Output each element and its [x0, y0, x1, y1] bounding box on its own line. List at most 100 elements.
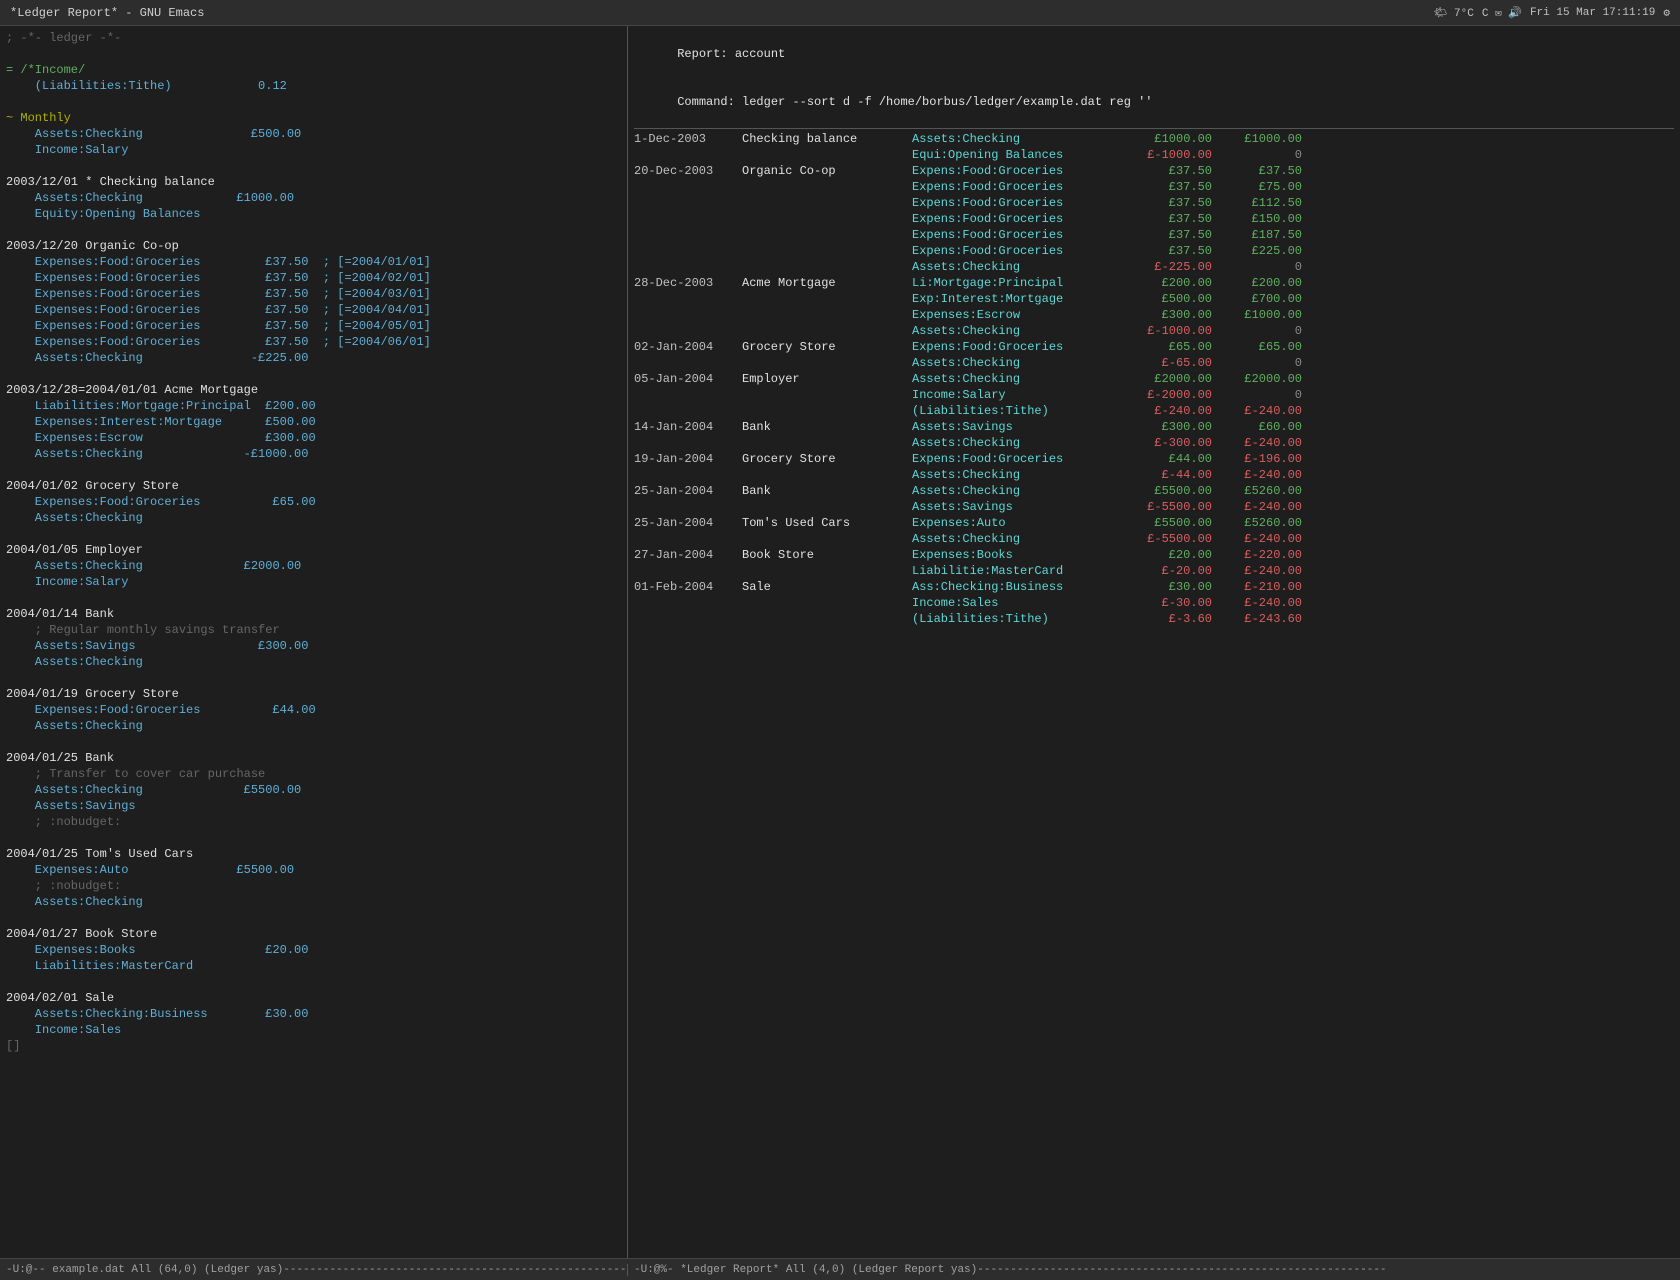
row-payee [742, 179, 912, 195]
row-balance: £1000.00 [1212, 307, 1302, 323]
row-payee: Sale [742, 579, 912, 595]
left-line: Equity:Opening Balances [6, 206, 621, 222]
left-line: Assets:Checking £5500.00 [6, 782, 621, 798]
right-pane[interactable]: Report: account Command: ledger --sort d… [628, 26, 1680, 1258]
left-line: 2003/12/01 * Checking balance [6, 174, 621, 190]
left-line: ; Transfer to cover car purchase [6, 766, 621, 782]
row-payee: Book Store [742, 547, 912, 563]
row-date [634, 323, 742, 339]
table-row: Expens:Food:Groceries£37.50£225.00 [634, 243, 1674, 259]
left-line: Expenses:Escrow £300.00 [6, 430, 621, 446]
row-account: Assets:Checking [912, 355, 1122, 371]
row-account: Expens:Food:Groceries [912, 451, 1122, 467]
table-row: 02-Jan-2004Grocery StoreExpens:Food:Groc… [634, 339, 1674, 355]
row-date [634, 387, 742, 403]
row-amount: £37.50 [1122, 243, 1212, 259]
left-line: 2004/01/14 Bank [6, 606, 621, 622]
row-payee [742, 307, 912, 323]
row-amount: £37.50 [1122, 163, 1212, 179]
left-line: = /*Income/ [6, 62, 621, 78]
row-amount: £-1000.00 [1122, 323, 1212, 339]
row-amount: £-3.60 [1122, 611, 1212, 627]
row-account: Li:Mortgage:Principal [912, 275, 1122, 291]
row-payee [742, 499, 912, 515]
row-account: Expens:Food:Groceries [912, 227, 1122, 243]
row-account: Expens:Food:Groceries [912, 243, 1122, 259]
row-account: (Liabilities:Tithe) [912, 403, 1122, 419]
statusbar-left: -U:@-- example.dat All (64,0) (Ledger ya… [0, 1264, 628, 1276]
table-row: Equi:Opening Balances£-1000.000 [634, 147, 1674, 163]
row-payee [742, 211, 912, 227]
row-balance: £-240.00 [1212, 595, 1302, 611]
table-row: Assets:Checking£-44.00£-240.00 [634, 467, 1674, 483]
row-account: Expenses:Books [912, 547, 1122, 563]
row-amount: £37.50 [1122, 195, 1212, 211]
row-payee: Bank [742, 483, 912, 499]
row-balance: £5260.00 [1212, 515, 1302, 531]
row-date [634, 307, 742, 323]
row-amount: £20.00 [1122, 547, 1212, 563]
table-row: Expenses:Escrow£300.00£1000.00 [634, 307, 1674, 323]
row-account: Expens:Food:Groceries [912, 163, 1122, 179]
left-line: 2004/02/01 Sale [6, 990, 621, 1006]
left-line [6, 670, 621, 686]
table-row: Assets:Checking£-1000.000 [634, 323, 1674, 339]
table-row: Income:Sales£-30.00£-240.00 [634, 595, 1674, 611]
left-line: Income:Salary [6, 142, 621, 158]
row-balance: £150.00 [1212, 211, 1302, 227]
row-amount: £44.00 [1122, 451, 1212, 467]
settings-icon[interactable]: ⚙ [1663, 6, 1670, 20]
left-line: Assets:Checking [6, 894, 621, 910]
row-balance: £-243.60 [1212, 611, 1302, 627]
row-account: Exp:Interest:Mortgage [912, 291, 1122, 307]
table-row: Liabilitie:MasterCard£-20.00£-240.00 [634, 563, 1674, 579]
row-amount: £2000.00 [1122, 371, 1212, 387]
left-pane[interactable]: ; -*- ledger -*- = /*Income/ (Liabilitie… [0, 26, 628, 1258]
table-row: 14-Jan-2004BankAssets:Savings£300.00£60.… [634, 419, 1674, 435]
left-line: Expenses:Interest:Mortgage £500.00 [6, 414, 621, 430]
row-amount: £-225.00 [1122, 259, 1212, 275]
table-row: 27-Jan-2004Book StoreExpenses:Books£20.0… [634, 547, 1674, 563]
left-line: Assets:Checking -£225.00 [6, 350, 621, 366]
left-line [6, 366, 621, 382]
row-balance: 0 [1212, 259, 1302, 275]
left-line [6, 590, 621, 606]
row-amount: £500.00 [1122, 291, 1212, 307]
left-line [6, 910, 621, 926]
row-account: Income:Sales [912, 595, 1122, 611]
main-area: ; -*- ledger -*- = /*Income/ (Liabilitie… [0, 26, 1680, 1258]
left-line: Assets:Checking [6, 510, 621, 526]
row-date: 28-Dec-2003 [634, 275, 742, 291]
left-line: 2003/12/20 Organic Co-op [6, 238, 621, 254]
table-row: 01-Feb-2004SaleAss:Checking:Business£30.… [634, 579, 1674, 595]
system-tray: 🌤 7°C C ✉ 🔊 Fri 15 Mar 17:11:19 ⚙ [1433, 6, 1670, 20]
row-date [634, 259, 742, 275]
left-line: Assets:Savings £300.00 [6, 638, 621, 654]
row-date [634, 291, 742, 307]
row-date [634, 355, 742, 371]
row-balance: £-240.00 [1212, 467, 1302, 483]
table-row: Assets:Checking£-225.000 [634, 259, 1674, 275]
left-line: Assets:Checking £2000.00 [6, 558, 621, 574]
row-date: 27-Jan-2004 [634, 547, 742, 563]
row-payee: Acme Mortgage [742, 275, 912, 291]
left-line: Expenses:Food:Groceries £65.00 [6, 494, 621, 510]
row-date: 25-Jan-2004 [634, 483, 742, 499]
left-line: Liabilities:Mortgage:Principal £200.00 [6, 398, 621, 414]
row-account: Income:Salary [912, 387, 1122, 403]
row-amount: £-300.00 [1122, 435, 1212, 451]
left-line [6, 462, 621, 478]
left-line: 2004/01/25 Tom's Used Cars [6, 846, 621, 862]
table-row: Assets:Checking£-300.00£-240.00 [634, 435, 1674, 451]
left-line: Assets:Checking £1000.00 [6, 190, 621, 206]
table-row: (Liabilities:Tithe)£-3.60£-243.60 [634, 611, 1674, 627]
left-line: Expenses:Auto £5500.00 [6, 862, 621, 878]
row-date: 02-Jan-2004 [634, 339, 742, 355]
row-date: 25-Jan-2004 [634, 515, 742, 531]
row-account: Expenses:Auto [912, 515, 1122, 531]
row-account: (Liabilities:Tithe) [912, 611, 1122, 627]
table-row: Assets:Checking£-5500.00£-240.00 [634, 531, 1674, 547]
left-line: Expenses:Food:Groceries £37.50 ; [=2004/… [6, 334, 621, 350]
row-balance: £75.00 [1212, 179, 1302, 195]
row-date: 01-Feb-2004 [634, 579, 742, 595]
